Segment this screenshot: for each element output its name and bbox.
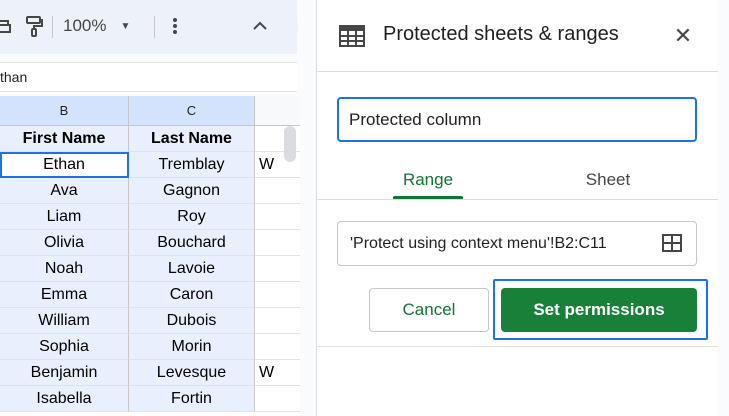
zoom-value: 100% xyxy=(63,16,106,36)
cell-column-d[interactable] xyxy=(255,256,300,282)
cell-last-name[interactable]: Lavoie xyxy=(129,256,255,282)
cancel-button[interactable]: Cancel xyxy=(369,288,489,332)
cell-column-d[interactable]: W xyxy=(255,360,300,386)
cell-first-name[interactable]: Sophia xyxy=(0,334,129,360)
table-row: SophiaMorin xyxy=(0,334,300,360)
tabs-divider xyxy=(317,199,718,200)
panel-header: Protected sheets & ranges ✕ xyxy=(317,0,718,72)
cell-first-name[interactable]: Emma xyxy=(0,282,129,308)
header-row: First NameLast Name xyxy=(0,126,300,152)
cell-first-name[interactable]: Olivia xyxy=(0,230,129,256)
cell-column-d[interactable] xyxy=(255,178,300,204)
range-description-input[interactable] xyxy=(337,97,697,142)
print-icon[interactable] xyxy=(0,12,12,40)
cell-first-name[interactable]: Liam xyxy=(0,204,129,230)
toolbar-divider xyxy=(154,16,155,38)
chevron-down-icon: ▼ xyxy=(120,21,130,32)
column-header-b[interactable]: B xyxy=(0,96,129,126)
panel-title: Protected sheets & ranges xyxy=(383,23,619,46)
paint-roller-icon[interactable] xyxy=(24,12,44,40)
protected-ranges-panel: Protected sheets & ranges ✕ Range Sheet … xyxy=(316,0,717,416)
cell-first-name[interactable]: Ava xyxy=(0,178,129,204)
table-row: WilliamDubois xyxy=(0,308,300,334)
cell-last-name[interactable]: Dubois xyxy=(129,308,255,334)
tab-sheet[interactable]: Sheet xyxy=(553,160,663,200)
cell-first-name[interactable]: Isabella xyxy=(0,386,129,412)
range-input-value: 'Protect using context menu'!B2:C11 xyxy=(350,235,607,253)
table-row: LiamRoy xyxy=(0,204,300,230)
cell-last-name[interactable]: Bouchard xyxy=(129,230,255,256)
tab-range[interactable]: Range xyxy=(373,160,483,200)
cell-first-name[interactable]: Benjamin xyxy=(0,360,129,386)
select-range-icon[interactable] xyxy=(661,233,683,253)
cell-last-name[interactable]: Caron xyxy=(129,282,255,308)
table-row: AvaGagnon xyxy=(0,178,300,204)
cell-column-d[interactable] xyxy=(255,308,300,334)
table-row: OliviaBouchard xyxy=(0,230,300,256)
panel-divider xyxy=(317,346,718,347)
cell-first-name[interactable]: William xyxy=(0,308,129,334)
vertical-scrollbar[interactable] xyxy=(284,126,296,162)
cell-column-d[interactable] xyxy=(255,386,300,412)
table-row: NoahLavoie xyxy=(0,256,300,282)
toolbar: 100% ▼ xyxy=(0,0,297,54)
range-input[interactable]: 'Protect using context menu'!B2:C11 xyxy=(337,221,697,266)
cell-column-d[interactable] xyxy=(255,282,300,308)
more-vert-icon[interactable] xyxy=(172,12,178,40)
cell-last-name[interactable]: Levesque xyxy=(129,360,255,386)
header-first-name[interactable]: First Name xyxy=(0,126,129,152)
toolbar-divider xyxy=(52,16,53,38)
cell-last-name[interactable]: Tremblay xyxy=(129,152,255,178)
app-window: 100% ▼ than B C First NameLast NameEthan… xyxy=(0,0,729,416)
zoom-select[interactable]: 100% ▼ xyxy=(63,12,130,40)
column-header-c[interactable]: C xyxy=(129,96,255,126)
cell-last-name[interactable]: Morin xyxy=(129,334,255,360)
table-row: IsabellaFortin xyxy=(0,386,300,412)
cell-column-d[interactable] xyxy=(255,204,300,230)
table-row: BenjaminLevesqueW xyxy=(0,360,300,386)
table-row: EthanTremblayW xyxy=(0,152,300,178)
formula-bar[interactable]: than xyxy=(0,62,297,92)
formula-bar-value: than xyxy=(0,69,27,85)
table-icon xyxy=(339,24,365,48)
cell-first-name[interactable]: Noah xyxy=(0,256,129,282)
cell-column-d[interactable] xyxy=(255,230,300,256)
cell-column-d[interactable] xyxy=(255,334,300,360)
cell-last-name[interactable]: Fortin xyxy=(129,386,255,412)
cell-last-name[interactable]: Roy xyxy=(129,204,255,230)
column-header-d[interactable] xyxy=(255,96,300,126)
header-last-name[interactable]: Last Name xyxy=(129,126,255,152)
spreadsheet-grid: B C First NameLast NameEthanTremblayWAva… xyxy=(0,96,300,416)
set-permissions-button[interactable]: Set permissions xyxy=(501,288,697,332)
close-icon[interactable]: ✕ xyxy=(671,24,695,48)
cell-last-name[interactable]: Gagnon xyxy=(129,178,255,204)
chevron-up-icon[interactable] xyxy=(252,12,268,40)
table-row: EmmaCaron xyxy=(0,282,300,308)
cell-first-name[interactable]: Ethan xyxy=(0,152,129,178)
